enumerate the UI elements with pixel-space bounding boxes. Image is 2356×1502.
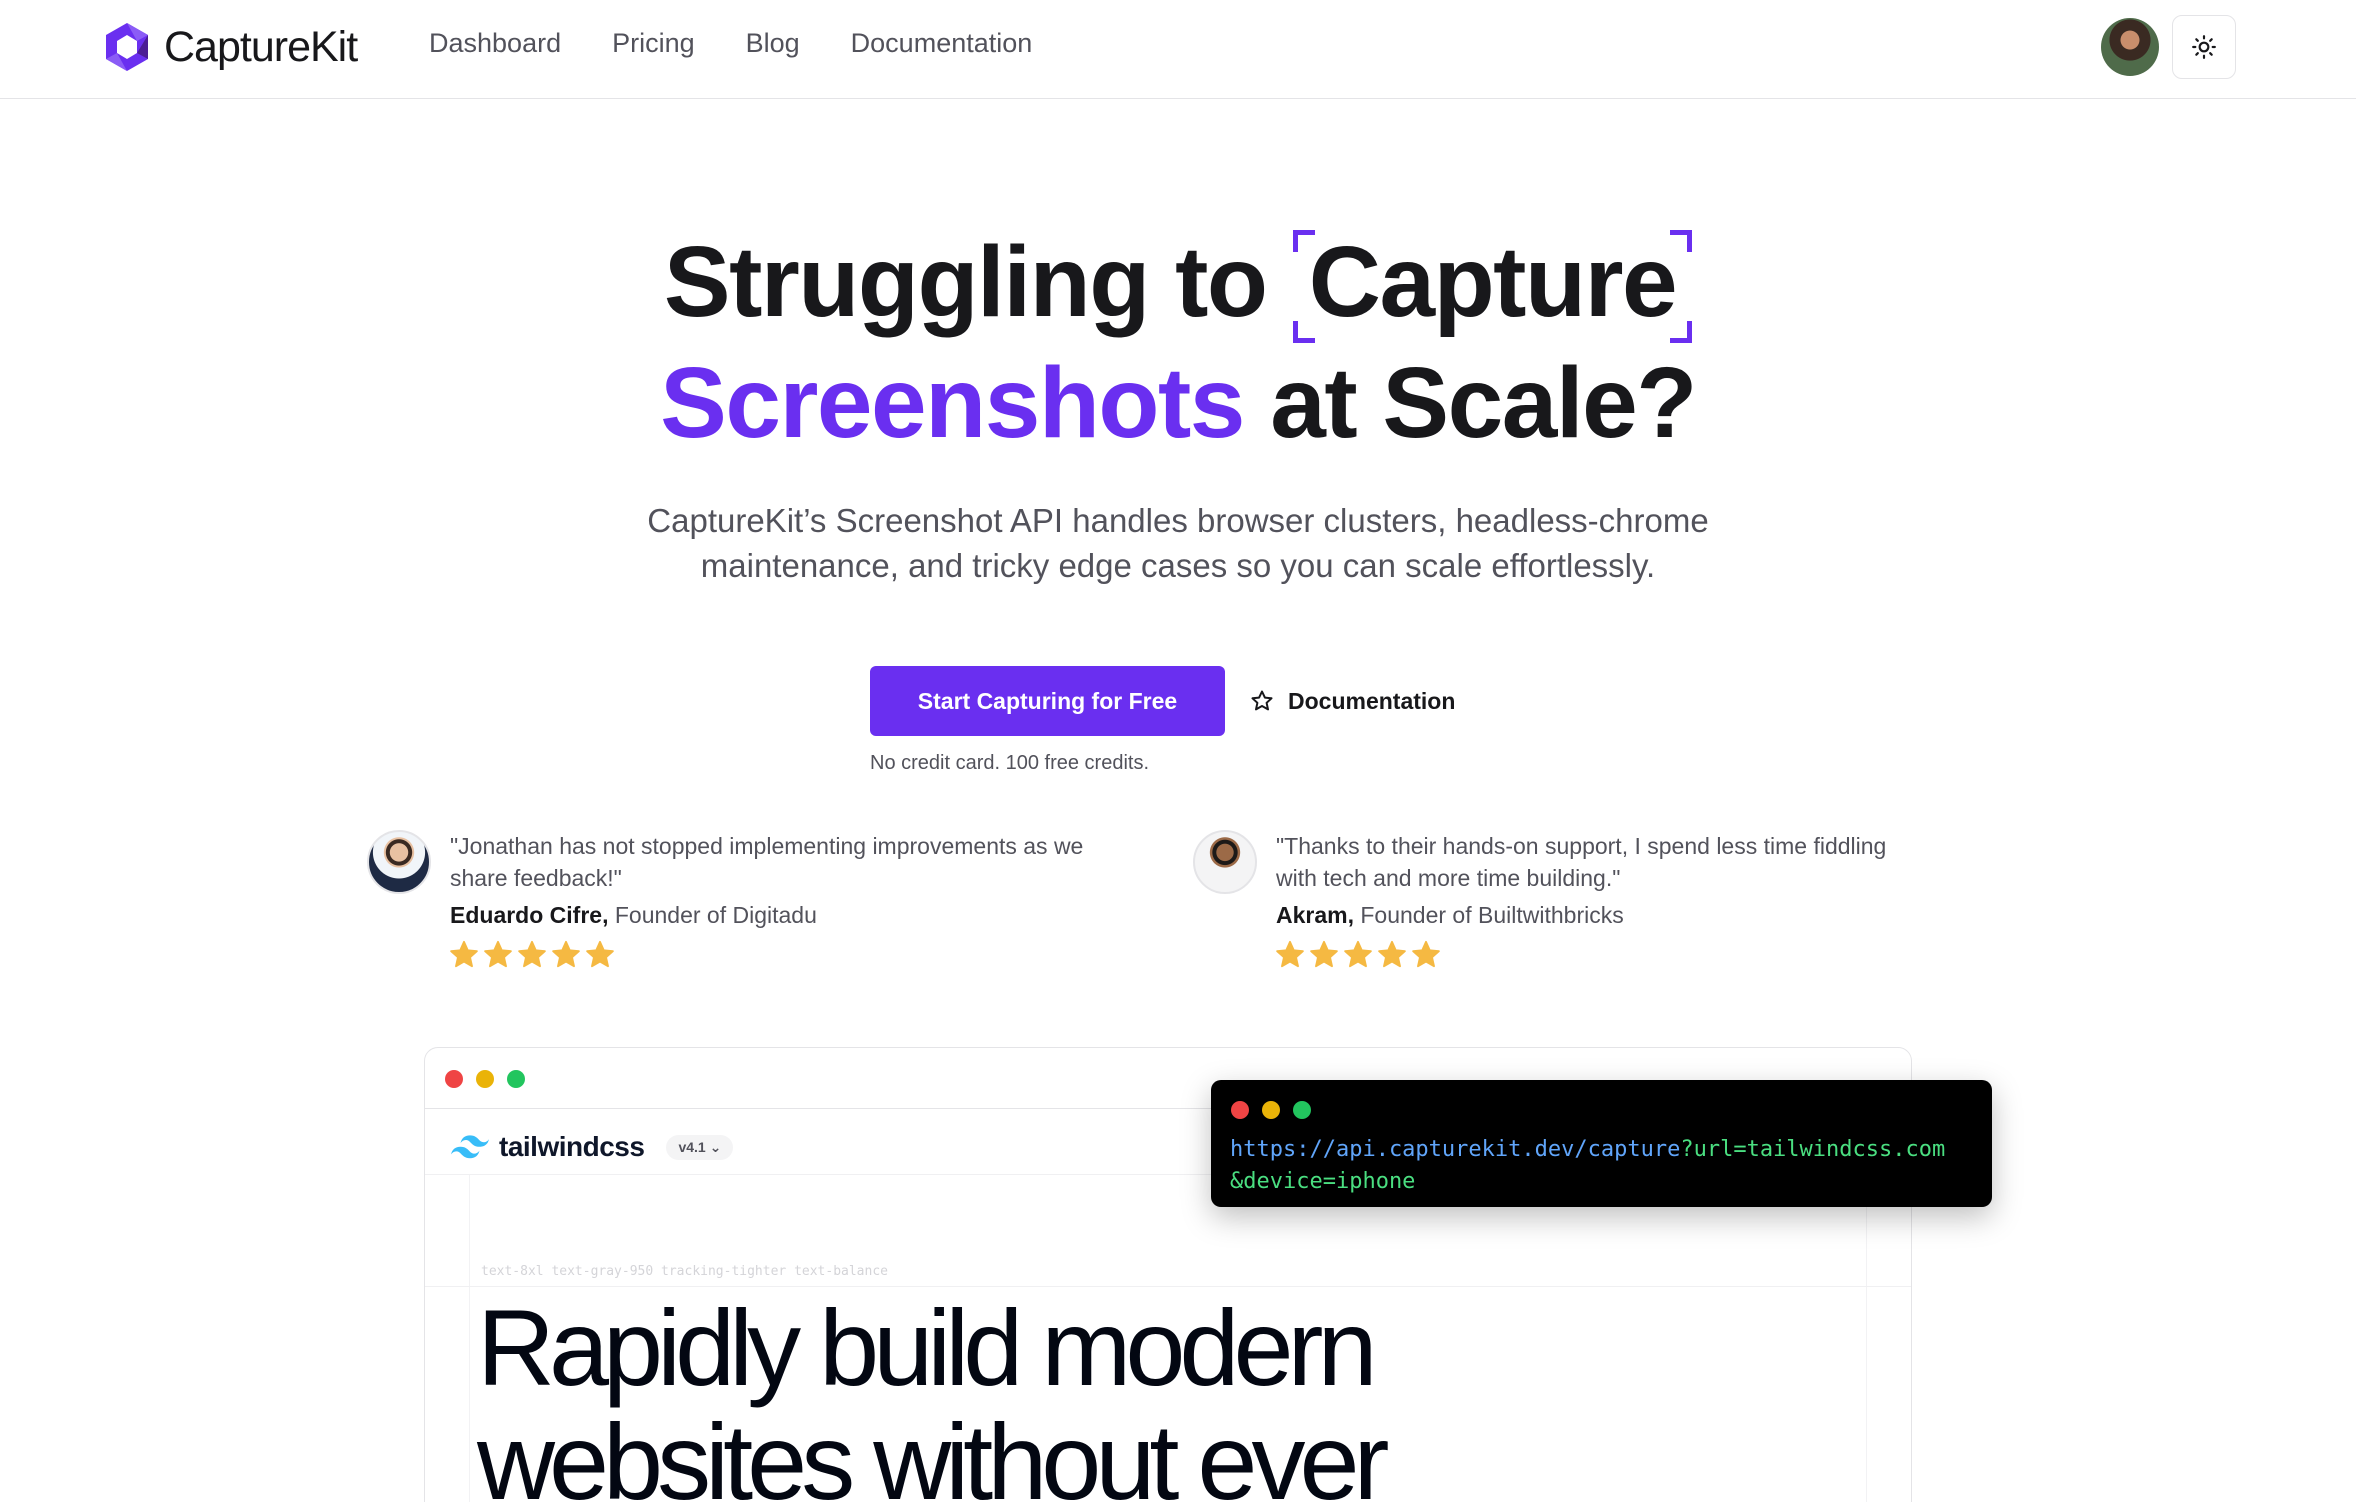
capture-corner-bottom-right — [1670, 321, 1693, 343]
documentation-button-label: Documentation — [1288, 687, 1456, 714]
close-dot-icon — [1231, 1101, 1249, 1119]
testimonial-avatar — [367, 830, 431, 894]
sun-icon — [2192, 35, 2216, 59]
testimonial-author-name: Akram, — [1276, 902, 1354, 928]
testimonial-quote: "Thanks to their hands-on support, I spe… — [1276, 830, 1936, 894]
terminal-controls — [1231, 1101, 1311, 1119]
api-request-code: https://api.capturekit.dev/capture?url=t… — [1230, 1134, 1945, 1198]
star-icon — [450, 940, 478, 968]
hero-title-rest: at Scale? — [1270, 347, 1697, 459]
testimonial-card: "Jonathan has not stopped implementing i… — [367, 830, 1107, 980]
tailwind-headline: Rapidly build modern websites without ev… — [477, 1291, 1389, 1502]
testimonial-author-role: Founder of Digitadu — [614, 902, 817, 928]
capturekit-logo-icon — [106, 23, 148, 71]
cta-note: No credit card. 100 free credits. — [870, 752, 1150, 774]
star-icon — [518, 940, 546, 968]
star-icon — [1378, 940, 1406, 968]
star-icon — [1344, 940, 1372, 968]
hero-subtitle-line1: CaptureKit’s Screenshot API handles brow… — [647, 502, 1709, 539]
tailwind-site-name: tailwindcss — [499, 1131, 645, 1162]
star-icon — [1310, 940, 1338, 968]
capture-word-text: Capture — [1308, 226, 1678, 338]
hero-title-accent: Screenshots — [660, 347, 1245, 459]
version-label: v4.1 — [678, 1138, 706, 1155]
star-icon — [586, 940, 614, 968]
maximize-dot-icon — [507, 1070, 525, 1088]
tailwind-logo-icon — [451, 1135, 489, 1159]
capture-corner-top-left — [1292, 230, 1315, 252]
start-capturing-button[interactable]: Start Capturing for Free — [870, 666, 1225, 736]
window-controls — [445, 1070, 525, 1088]
api-endpoint: https://api.capturekit.dev/capture — [1230, 1137, 1681, 1162]
minimize-dot-icon — [1262, 1101, 1280, 1119]
hero-subtitle: CaptureKit’s Screenshot API handles brow… — [578, 498, 1778, 588]
testimonial-author: Eduardo Cifre, Founder of Digitadu — [450, 902, 817, 929]
testimonial-avatar — [1193, 830, 1257, 894]
star-icon — [552, 940, 580, 968]
hero-title: Struggling to Capture Screenshots at Sca… — [0, 222, 2356, 464]
brand-name: CaptureKit — [164, 22, 358, 71]
guide-line — [469, 1175, 470, 1502]
testimonial-author: Akram, Founder of Builtwithbricks — [1276, 902, 1624, 929]
maximize-dot-icon — [1293, 1101, 1311, 1119]
hero-subtitle-line2: maintenance, and tricky edge cases so yo… — [700, 547, 1656, 584]
tailwind-header: tailwindcss v4.1 ⌄ — [451, 1124, 734, 1170]
tailwind-headline-line1: Rapidly build modern — [477, 1287, 1378, 1408]
brand-home-link[interactable]: CaptureKit — [102, 20, 358, 74]
minimize-dot-icon — [476, 1070, 494, 1088]
testimonial-quote-line1: "Thanks to their hands-on support, I spe… — [1276, 833, 1887, 859]
testimonial-rating — [449, 940, 615, 970]
top-nav: CaptureKit Dashboard Pricing Blog Docume… — [0, 0, 2356, 99]
capture-corner-top-right — [1670, 230, 1693, 252]
star-outline-icon — [1251, 690, 1273, 711]
hero-title-prefix: Struggling to — [663, 226, 1268, 338]
version-badge: v4.1 ⌄ — [666, 1134, 734, 1160]
api-param-url: ?url=tailwindcss.com — [1680, 1137, 1946, 1162]
testimonial-author-name: Eduardo Cifre, — [450, 902, 609, 928]
close-dot-icon — [445, 1070, 463, 1088]
testimonial-rating — [1275, 940, 1441, 970]
api-param-device: &device=iphone — [1230, 1169, 1416, 1194]
testimonial-card: "Thanks to their hands-on support, I spe… — [1193, 830, 1933, 980]
tailwind-headline-line2: websites without ever — [477, 1401, 1389, 1502]
star-icon — [1276, 940, 1304, 968]
api-terminal: https://api.capturekit.dev/capture?url=t… — [1211, 1080, 1992, 1207]
hero-title-capture: Capture — [1292, 222, 1693, 343]
nav-links: Dashboard Pricing Blog Documentation — [429, 28, 1032, 59]
testimonial-quote: "Jonathan has not stopped implementing i… — [450, 830, 1110, 894]
testimonial-quote-line1: "Jonathan has not stopped implementing i… — [450, 833, 1084, 859]
class-hint-text: text-8xl text-gray-950 tracking-tighter … — [481, 1264, 888, 1279]
capture-corner-bottom-left — [1292, 321, 1315, 343]
star-icon — [484, 940, 512, 968]
nav-link-blog[interactable]: Blog — [746, 28, 800, 59]
user-avatar[interactable] — [2101, 18, 2159, 76]
star-icon — [1412, 940, 1440, 968]
theme-toggle-button[interactable] — [2172, 15, 2236, 79]
testimonial-author-role: Founder of Builtwithbricks — [1360, 902, 1624, 928]
nav-link-dashboard[interactable]: Dashboard — [429, 28, 561, 59]
testimonial-quote-line2: with tech and more time building." — [1276, 865, 1621, 891]
testimonial-quote-line2: share feedback!" — [450, 865, 622, 891]
nav-link-pricing[interactable]: Pricing — [612, 28, 695, 59]
guide-line — [1866, 1175, 1867, 1502]
documentation-button[interactable]: Documentation — [1250, 666, 1455, 736]
nav-link-documentation[interactable]: Documentation — [851, 28, 1033, 59]
